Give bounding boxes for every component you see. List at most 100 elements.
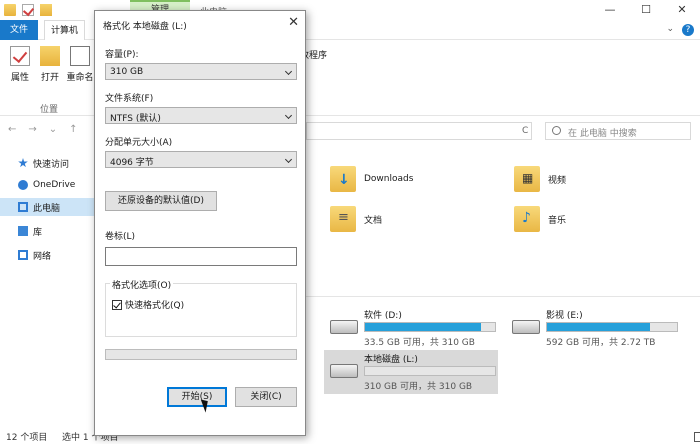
minimize-button[interactable]: —	[592, 0, 628, 20]
format-progress-bar	[105, 349, 297, 360]
properties-icon	[10, 46, 30, 66]
capacity-select[interactable]: 310 GB	[105, 63, 297, 80]
close-dialog-button[interactable]: 关闭(C)	[235, 387, 297, 407]
ribbon-right-controls: ⌄ ?	[666, 24, 694, 36]
drive-usage-bar	[364, 322, 496, 332]
recent-chevron-icon[interactable]: ⌄	[49, 124, 57, 135]
drive-usage-fill	[365, 323, 481, 331]
chevron-down-icon[interactable]: ⌄	[666, 24, 674, 36]
drive-icon	[330, 320, 358, 334]
quick-format-checkbox[interactable]: 快速格式化(Q)	[112, 298, 184, 311]
downloads-folder-icon	[330, 166, 356, 192]
location-group-label: 位置	[40, 105, 59, 115]
nav-arrows: ← → ⌄ ↑	[8, 124, 78, 135]
folder-label: 文档	[364, 215, 383, 226]
close-button[interactable]: ✕	[664, 0, 700, 20]
folder-label: 视频	[548, 175, 567, 186]
folder-documents[interactable]: 文档	[330, 206, 382, 232]
drive-name: 本地磁盘 (L:)	[364, 355, 418, 365]
drive-name: 影视 (E:)	[546, 311, 583, 321]
nav-label: 库	[33, 227, 43, 238]
nav-item-libraries[interactable]: 库	[0, 222, 94, 240]
section-divider	[306, 296, 700, 297]
capacity-label: 容量(P):	[105, 50, 139, 60]
refresh-icon[interactable]: C	[522, 126, 528, 136]
nav-item-network[interactable]: 网络	[0, 246, 94, 264]
window-controls: — ☐ ✕	[592, 0, 700, 20]
back-icon[interactable]: ←	[8, 124, 16, 135]
folder-icon[interactable]	[4, 4, 16, 16]
forward-icon[interactable]: →	[28, 124, 36, 135]
capacity-value: 310 GB	[110, 67, 144, 77]
chevron-down-icon	[284, 155, 293, 164]
cloud-icon	[18, 180, 28, 190]
drive-free-space: 310 GB 可用，共 310 GB	[364, 382, 473, 392]
dialog-title: 格式化 本地磁盘 (L:)	[103, 22, 187, 32]
videos-folder-icon	[514, 166, 540, 192]
rename-icon	[70, 46, 90, 66]
drive-free-space: 592 GB 可用，共 2.72 TB	[546, 338, 656, 348]
rename-label: 重命名	[66, 73, 94, 83]
nav-item-quick-access[interactable]: 快速访问	[0, 154, 94, 172]
properties-icon[interactable]	[22, 4, 34, 16]
drive-icon	[512, 320, 540, 334]
drive-usage-bar	[364, 366, 496, 376]
folder-downloads[interactable]: Downloads	[330, 166, 413, 192]
up-icon[interactable]: ↑	[69, 124, 77, 135]
quick-access-toolbar	[4, 4, 52, 16]
tab-file[interactable]: 文件	[0, 20, 38, 40]
large-icons-view-icon[interactable]	[694, 432, 700, 442]
properties-button[interactable]: 属性	[6, 46, 34, 83]
drive-l[interactable]: 本地磁盘 (L:) 310 GB 可用，共 310 GB	[324, 350, 498, 394]
library-icon	[18, 226, 28, 236]
open-button[interactable]: 打开	[36, 46, 64, 83]
documents-folder-icon	[330, 206, 356, 232]
drive-d[interactable]: 软件 (D:) 33.5 GB 可用，共 310 GB	[324, 306, 498, 350]
search-input[interactable]: 在 此电脑 中搜索	[545, 122, 691, 140]
nav-label: 网络	[33, 251, 52, 262]
drive-usage-fill	[547, 323, 650, 331]
help-icon[interactable]: ?	[682, 24, 694, 36]
filesystem-value: NTFS (默认)	[110, 114, 161, 124]
volume-label: 卷标(L)	[105, 232, 136, 242]
folder-music[interactable]: 音乐	[514, 206, 566, 232]
format-options-group: 格式化选项(O) 快速格式化(Q)	[105, 278, 297, 337]
maximize-button[interactable]: ☐	[628, 0, 664, 20]
star-icon	[18, 158, 28, 168]
allocation-value: 4096 字节	[110, 158, 154, 168]
tab-computer[interactable]: 计算机	[44, 20, 86, 40]
nav-item-onedrive[interactable]: OneDrive	[0, 176, 94, 194]
volume-label-input[interactable]	[105, 247, 297, 266]
nav-label: 此电脑	[33, 203, 61, 214]
nav-item-this-pc[interactable]: 此电脑	[0, 198, 94, 216]
search-icon	[552, 126, 561, 135]
filesystem-select[interactable]: NTFS (默认)	[105, 107, 297, 124]
drive-e[interactable]: 影视 (E:) 592 GB 可用，共 2.72 TB	[506, 306, 680, 350]
format-options-label: 格式化选项(O)	[110, 278, 174, 291]
folder-videos[interactable]: 视频	[514, 166, 566, 192]
music-folder-icon	[514, 206, 540, 232]
open-label: 打开	[40, 73, 59, 83]
drive-free-space: 33.5 GB 可用，共 310 GB	[364, 338, 475, 348]
dialog-close-button[interactable]: ✕	[288, 15, 299, 30]
drive-name: 软件 (D:)	[364, 311, 402, 321]
allocation-select[interactable]: 4096 字节	[105, 151, 297, 168]
filesystem-label: 文件系统(F)	[105, 94, 154, 104]
drive-usage-bar	[546, 322, 678, 332]
allocation-label: 分配单元大小(A)	[105, 138, 173, 148]
start-button[interactable]: 开始(S)	[167, 387, 227, 407]
new-folder-icon[interactable]	[40, 4, 52, 16]
address-field[interactable]	[306, 122, 532, 140]
open-folder-icon	[40, 46, 60, 66]
nav-label: OneDrive	[33, 180, 76, 190]
rename-button[interactable]: 重命名	[66, 46, 94, 83]
restore-defaults-button[interactable]: 还原设备的默认值(D)	[105, 191, 217, 211]
computer-icon	[18, 202, 28, 212]
format-dialog: 格式化 本地磁盘 (L:) ✕ 容量(P): 310 GB 文件系统(F) NT…	[94, 10, 306, 436]
item-count: 12 个项目	[6, 433, 48, 443]
drive-icon	[330, 364, 358, 378]
checkbox-checked-icon	[112, 299, 122, 310]
chevron-down-icon	[284, 111, 293, 120]
folder-label: 音乐	[548, 215, 567, 226]
quick-format-label: 快速格式化(Q)	[125, 301, 185, 311]
